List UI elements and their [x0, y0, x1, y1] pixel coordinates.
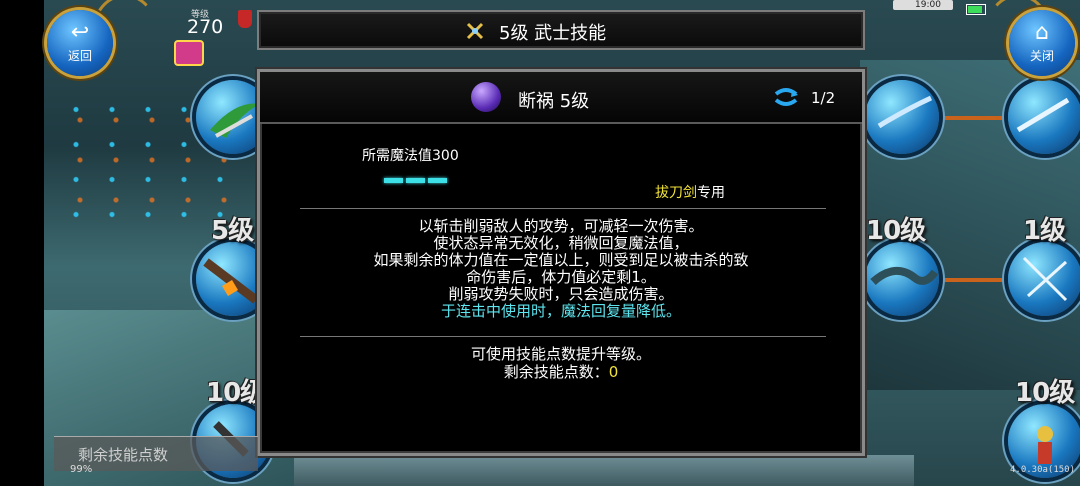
- back-button-label: 返回: [67, 49, 92, 63]
- skill-orb[interactable]: [865, 242, 939, 316]
- home-icon: ⌂: [1035, 20, 1049, 45]
- skill-points-info: 可使用技能点数提升等级。 剩余技能点数：0: [260, 345, 862, 381]
- close-button-label: 关闭: [1029, 49, 1054, 63]
- weapon-suffix: 专用: [697, 185, 725, 201]
- description-line: 命伤害后，体力值必定剩1。: [466, 268, 656, 286]
- weapon-restriction: 拔刀剑专用: [655, 182, 725, 202]
- description-highlight: 于连击中使用时，魔法回复量降低。: [440, 302, 681, 320]
- progress-percent: 99%: [70, 464, 93, 475]
- gift-box-icon[interactable]: [174, 40, 204, 66]
- remaining-points: 剩余技能点数：0: [260, 363, 862, 381]
- title-bar: 5级 武士技能: [257, 10, 865, 50]
- mp-cost-bars: [384, 168, 450, 187]
- mp-bar: [428, 178, 447, 183]
- skill-level-label: 10级: [866, 216, 926, 246]
- background-floor: [294, 455, 914, 486]
- version-label: 4.0.30a(150): [1010, 465, 1076, 475]
- skill-description: 以斩击削弱敌人的攻势，可减轻一次伤害。 使状态异常无效化，稍微回复魔法值， 如果…: [260, 218, 862, 320]
- skill-level-label: 10级: [1015, 378, 1075, 408]
- divider: [300, 336, 826, 337]
- skill-level-label: 5级: [211, 216, 254, 246]
- remaining-points-value: 0: [608, 363, 619, 381]
- skill-name: 断祸 5级: [518, 91, 590, 112]
- description-line: 使状态异常无效化，稍微回复魔法值，: [433, 234, 689, 252]
- swap-arrows-icon[interactable]: [772, 86, 800, 108]
- level-value: 270: [187, 16, 224, 38]
- purple-slash-icon: [471, 82, 501, 112]
- page-indicator: 1/2: [811, 89, 836, 107]
- weapon-name: 拔刀剑: [655, 185, 697, 201]
- skill-level-label: 1级: [1023, 216, 1066, 246]
- skill-orb[interactable]: [1008, 80, 1080, 154]
- skill-points-box-label: 剩余技能点数: [78, 446, 169, 464]
- divider: [300, 208, 826, 209]
- description-line: 以斩击削弱敌人的攻势，可减轻一次伤害。: [418, 217, 704, 235]
- return-arrow-icon: ↩: [70, 20, 90, 45]
- page-title: 5级 武士技能: [499, 23, 607, 44]
- potion-flask-icon: [238, 10, 252, 28]
- skill-orb[interactable]: [1008, 242, 1080, 316]
- battery-icon: [966, 4, 986, 15]
- skill-header: 断祸 5级 1/2: [260, 72, 862, 124]
- mp-bar: [384, 178, 403, 183]
- description-line: 如果剩余的体力值在一定值以上，则受到足以被击杀的致: [373, 251, 749, 269]
- description-line: 削弱攻势失败时，只会造成伤害。: [448, 285, 674, 303]
- mp-bar: [406, 178, 425, 183]
- skill-orb[interactable]: [865, 80, 939, 154]
- mp-requirement: 所需魔法值300: [362, 148, 459, 164]
- upgrade-note: 可使用技能点数提升等级。: [470, 345, 651, 363]
- crossed-swords-icon: [466, 22, 484, 40]
- clock: 19:00: [893, 0, 953, 10]
- remaining-points-label: 剩余技能点数：: [503, 363, 609, 381]
- close-button[interactable]: ⌂ 关闭: [1009, 10, 1075, 76]
- back-button[interactable]: ↩ 返回: [47, 10, 113, 76]
- skill-detail-panel: 断祸 5级 1/2 所需魔法值300 拔刀剑专用 以斩击削弱敌人的攻势，可减轻一…: [257, 69, 865, 456]
